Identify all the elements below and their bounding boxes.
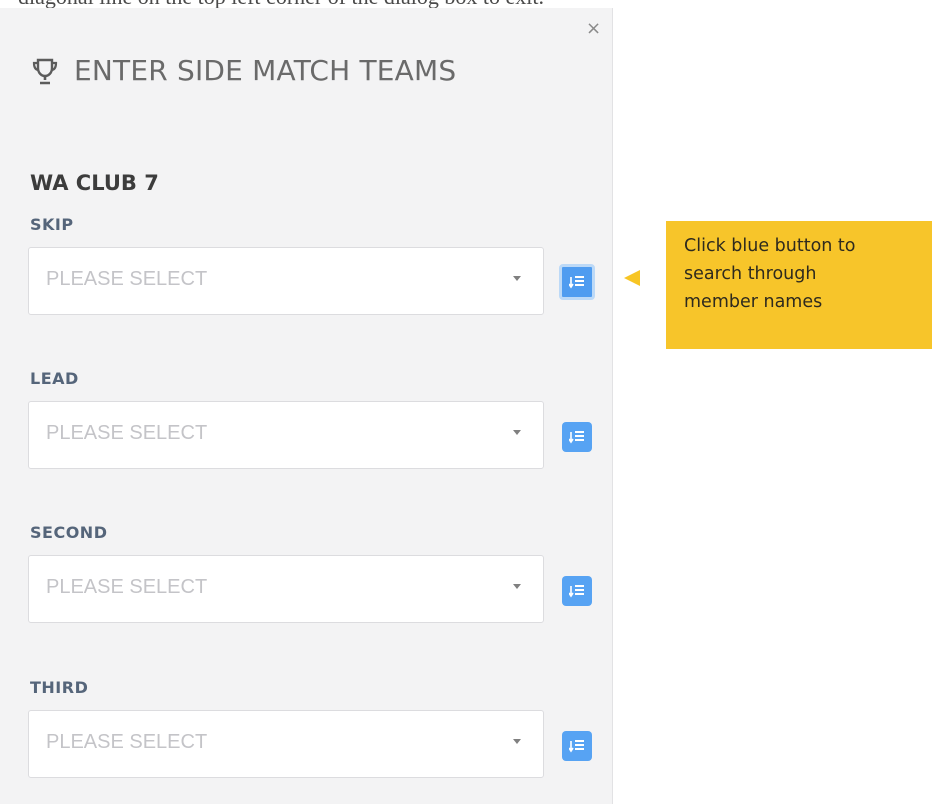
third-select-placeholder: PLEASE SELECT — [46, 731, 208, 753]
side-match-teams-dialog: × ENTER SIDE MATCH TEAMS WA CLUB 7 SKIP … — [0, 8, 613, 804]
second-select-placeholder: PLEASE SELECT — [46, 576, 208, 598]
dialog-title: ENTER SIDE MATCH TEAMS — [30, 54, 456, 87]
field-label-second: SECOND — [30, 523, 108, 542]
skip-select[interactable]: PLEASE SELECT — [28, 247, 544, 315]
close-icon[interactable]: × — [586, 20, 601, 38]
field-label-lead: LEAD — [30, 369, 79, 388]
callout-line-2: search through — [684, 264, 817, 284]
lead-member-search-button[interactable] — [562, 422, 592, 452]
caret-down-icon — [513, 584, 521, 589]
third-member-search-button[interactable] — [562, 731, 592, 761]
member-search-icon — [569, 585, 584, 598]
caret-down-icon — [513, 430, 521, 435]
second-member-search-button[interactable] — [562, 576, 592, 606]
lead-select[interactable]: PLEASE SELECT — [28, 401, 544, 469]
help-callout: Click blue button to search through memb… — [666, 221, 932, 349]
member-search-icon — [569, 740, 584, 753]
dialog-title-text: ENTER SIDE MATCH TEAMS — [74, 54, 457, 87]
skip-member-search-button[interactable] — [559, 264, 595, 300]
lead-select-placeholder: PLEASE SELECT — [46, 422, 208, 444]
third-select[interactable]: PLEASE SELECT — [28, 710, 544, 778]
member-search-icon — [569, 431, 584, 444]
second-select[interactable]: PLEASE SELECT — [28, 555, 544, 623]
cut-off-instruction-line: diagonal line on the top left corner of … — [18, 0, 544, 8]
caret-down-icon — [513, 276, 521, 281]
caret-down-icon — [513, 739, 521, 744]
field-label-skip: SKIP — [30, 215, 74, 234]
callout-line-3: member names — [684, 292, 823, 312]
club-name: WA CLUB 7 — [30, 171, 159, 195]
field-label-third: THIRD — [30, 678, 89, 697]
callout-arrow — [624, 270, 640, 286]
cut-off-instruction-text: diagonal line on the top left corner of … — [0, 0, 932, 8]
member-search-icon — [569, 276, 584, 289]
callout-line-1: Click blue button to — [684, 236, 856, 256]
trophy-icon — [32, 58, 58, 84]
skip-select-placeholder: PLEASE SELECT — [46, 268, 208, 290]
